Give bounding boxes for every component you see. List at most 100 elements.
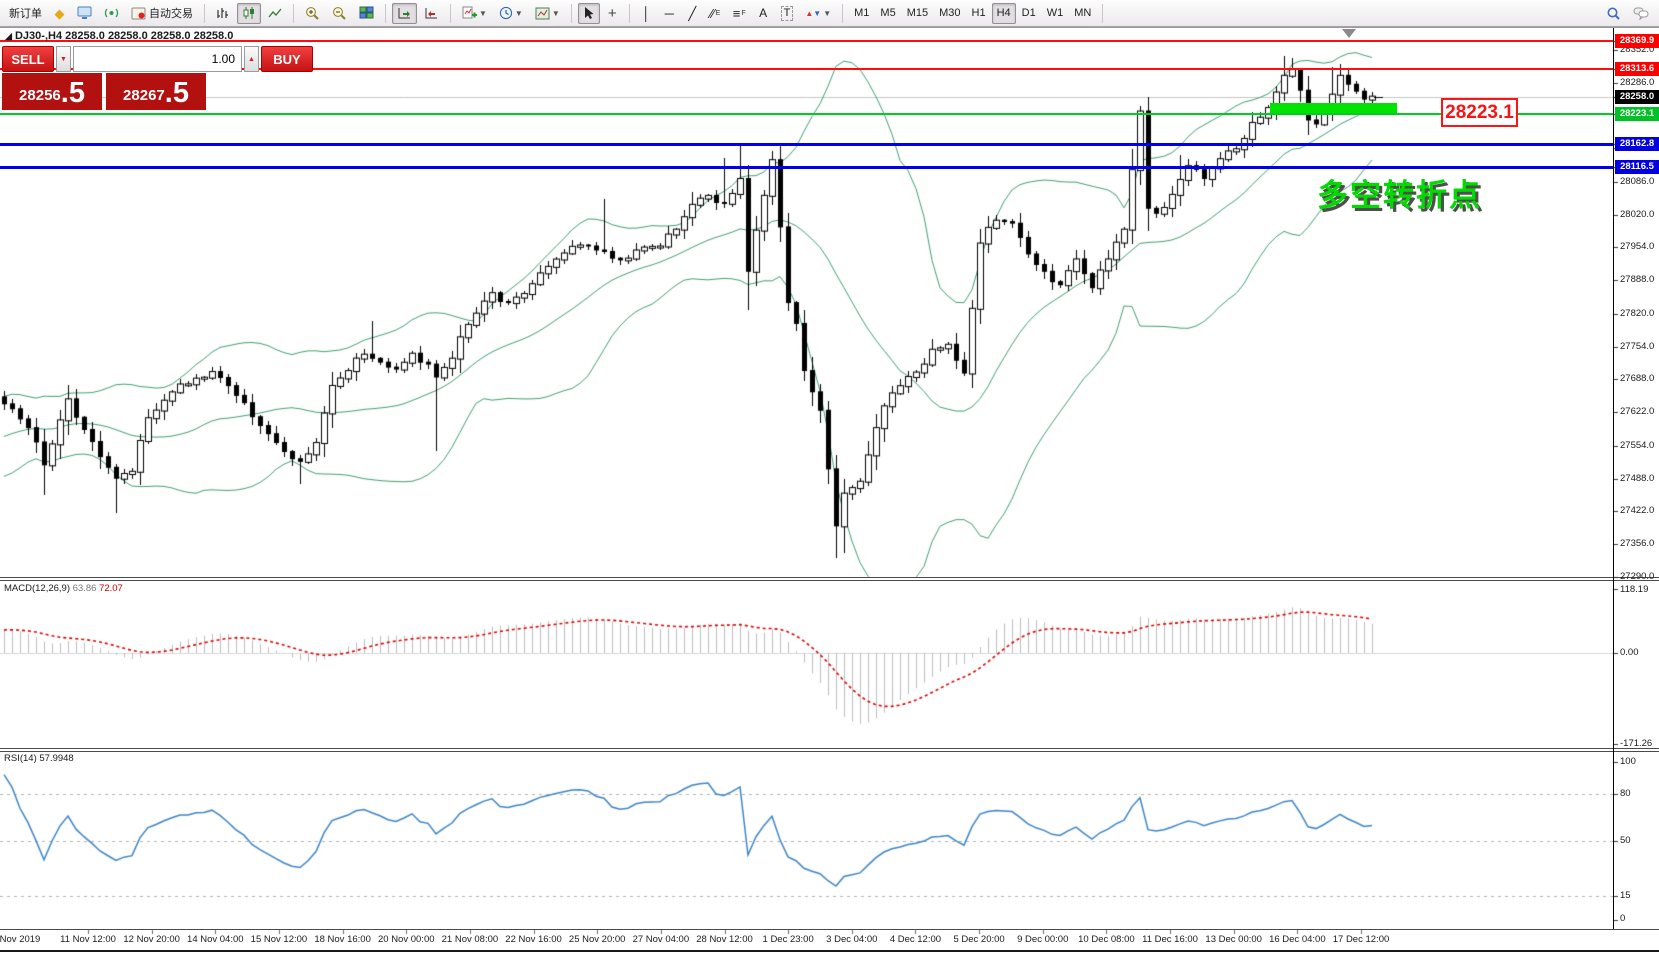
price-tick: 27554.0	[1620, 440, 1659, 451]
fibonacci-icon[interactable]: ≡F	[728, 3, 751, 24]
indicators-icon[interactable]: ▼	[457, 3, 492, 24]
chat-icon[interactable]	[1628, 3, 1655, 24]
text-label-icon[interactable]: T	[776, 3, 799, 24]
trendline-icon[interactable]: ╱	[682, 3, 703, 24]
buy-price-panel[interactable]: 28267 .5	[106, 73, 206, 110]
volume-up-button[interactable]: ▲	[244, 46, 259, 72]
date-label[interactable]: 11 Dec 16:00	[1142, 934, 1198, 945]
line-chart-icon[interactable]	[263, 3, 287, 24]
buy-button[interactable]: BUY	[261, 46, 313, 72]
chart-shift-marker-icon[interactable]	[1342, 29, 1356, 38]
date-label[interactable]: 13 Dec 00:00	[1205, 934, 1262, 945]
date-label[interactable]: 12 Nov 20:00	[123, 934, 180, 945]
price-badge-28162.8: 28162.8	[1615, 137, 1659, 151]
sell-price-panel[interactable]: 28256 .5	[2, 73, 102, 110]
date-label[interactable]: 20 Nov 00:00	[378, 934, 435, 945]
chart-shift-icon[interactable]	[419, 3, 444, 24]
blue-level-line[interactable]	[0, 166, 1613, 169]
date-label[interactable]: 1 Dec 23:00	[763, 934, 814, 945]
date-label[interactable]: 14 Nov 04:00	[187, 934, 244, 945]
vertical-line-icon[interactable]: │	[636, 3, 657, 24]
green-level-line[interactable]	[0, 113, 1613, 115]
timeframe-d1[interactable]: D1	[1017, 3, 1041, 24]
price-tick: 27622.0	[1620, 406, 1659, 417]
price-badge-28369.9: 28369.9	[1615, 34, 1659, 48]
text-a-icon[interactable]: A	[753, 3, 774, 24]
date-label[interactable]: 25 Nov 20:00	[569, 934, 626, 945]
separator	[450, 4, 451, 23]
date-label[interactable]: 18 Nov 16:00	[314, 934, 371, 945]
support-highlight-bar[interactable]	[1270, 103, 1397, 113]
timeframe-h1[interactable]: H1	[967, 3, 991, 24]
turning-point-annotation[interactable]: 多空转折点	[1317, 170, 1482, 215]
date-label[interactable]: 5 Dec 20:00	[953, 934, 1004, 945]
pane-separator	[0, 27, 1659, 28]
volume-down-button[interactable]: ▼	[56, 46, 71, 72]
pane-separator	[0, 748, 1659, 749]
arrows-icon[interactable]: ▲▼▼	[800, 3, 836, 24]
volume-input[interactable]	[73, 46, 242, 72]
date-label[interactable]: 11 Nov 12:00	[60, 934, 116, 945]
zoom-in-icon[interactable]	[300, 3, 325, 24]
macd-scale-bottom: -171.26	[1620, 738, 1652, 749]
price-tick: 28286.0	[1620, 77, 1659, 88]
auto-scroll-icon[interactable]	[392, 3, 417, 24]
bars-chart-icon[interactable]	[211, 3, 235, 24]
date-label[interactable]: 15 Nov 12:00	[251, 934, 308, 945]
antenna-icon	[104, 6, 119, 20]
timeframe-m30[interactable]: M30	[934, 3, 965, 24]
timeframe-mn[interactable]: MN	[1069, 3, 1096, 24]
monitor-icon	[77, 6, 92, 20]
date-label[interactable]: 10 Dec 08:00	[1078, 934, 1135, 945]
date-label[interactable]: 22 Nov 16:00	[505, 934, 562, 945]
search-icon[interactable]	[1601, 3, 1626, 24]
timeframe-h4[interactable]: H4	[992, 3, 1016, 24]
separator	[842, 4, 843, 23]
horizontal-line-icon[interactable]: ─	[659, 3, 680, 24]
month-label: Nov 2019	[0, 934, 40, 945]
date-label[interactable]: 27 Nov 04:00	[633, 934, 690, 945]
price-tick: 27422.0	[1620, 505, 1659, 516]
periods-icon[interactable]: ▼	[494, 3, 528, 24]
community-icon[interactable]	[72, 3, 97, 24]
tile-windows-icon[interactable]	[354, 3, 379, 24]
ohlc-values: 28258.0 28258.0 28258.0 28258.0	[65, 30, 233, 42]
auto-trading-button[interactable]: 自动交易	[126, 3, 198, 24]
new-order-button[interactable]: 新订单	[4, 3, 47, 24]
price-tick: 27754.0	[1620, 341, 1659, 352]
pane-separator	[0, 929, 1659, 930]
timeframe-m15[interactable]: M15	[902, 3, 933, 24]
macd-main-value: 63.86	[73, 583, 97, 594]
blue-level-line[interactable]	[0, 143, 1613, 146]
price-axis-border	[1613, 28, 1614, 929]
date-label[interactable]: 3 Dec 04:00	[826, 934, 877, 945]
timeframe-m1[interactable]: M1	[849, 3, 874, 24]
cursor-icon[interactable]	[578, 3, 600, 24]
separator	[204, 4, 205, 23]
date-label[interactable]: 28 Nov 12:00	[696, 934, 753, 945]
pane-separator	[0, 577, 1659, 578]
signals-icon[interactable]	[99, 3, 124, 24]
date-label[interactable]: 17 Dec 12:00	[1333, 934, 1390, 945]
date-label[interactable]: 21 Nov 08:00	[442, 934, 499, 945]
price-callout-label[interactable]: 28223.1	[1441, 98, 1518, 127]
zoom-out-icon[interactable]	[327, 3, 352, 24]
date-label[interactable]: 16 Dec 04:00	[1269, 934, 1326, 945]
channel-icon[interactable]: ∕∕E	[705, 3, 726, 24]
date-label[interactable]: 4 Dec 12:00	[890, 934, 941, 945]
sell-button[interactable]: SELL	[2, 46, 54, 72]
templates-icon[interactable]: ▼	[530, 3, 565, 24]
timeframe-w1[interactable]: W1	[1042, 3, 1069, 24]
candles-chart-icon[interactable]	[237, 3, 261, 24]
price-tick: 27954.0	[1620, 241, 1659, 252]
rsi-scale-0: 0	[1620, 913, 1625, 924]
price-tick: 28020.0	[1620, 209, 1659, 220]
editor-icon[interactable]: ◆	[49, 3, 70, 24]
crosshair-icon[interactable]: +	[602, 3, 623, 24]
price-tick: 27488.0	[1620, 473, 1659, 484]
date-label[interactable]: 9 Dec 00:00	[1017, 934, 1068, 945]
timeframe-m5[interactable]: M5	[875, 3, 900, 24]
chart-title: ◢ DJ30-,H4 28258.0 28258.0 28258.0 28258…	[5, 30, 233, 42]
red-level-line[interactable]	[0, 40, 1613, 42]
rsi-scale-50: 50	[1620, 835, 1631, 846]
